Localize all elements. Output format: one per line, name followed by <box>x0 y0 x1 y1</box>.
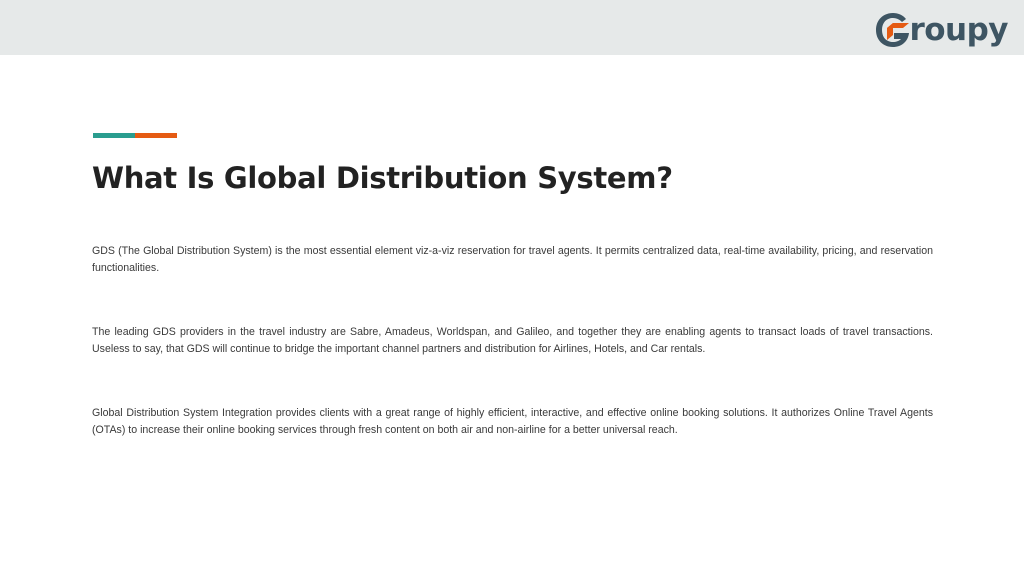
title-accent-bar <box>93 133 177 138</box>
logo-wordmark: roupy <box>909 12 1008 48</box>
groupy-logo-g-icon <box>876 13 910 47</box>
paragraph-gds-integration: Global Distribution System Integration p… <box>92 407 933 436</box>
header-band <box>0 0 1024 55</box>
paragraph-gds-definition: GDS (The Global Distribution System) is … <box>92 245 933 274</box>
accent-orange-segment <box>135 133 177 138</box>
accent-teal-segment <box>93 133 135 138</box>
groupy-logo: roupy <box>873 10 1008 50</box>
paragraph-gds-providers: The leading GDS providers in the travel … <box>92 326 933 355</box>
page-title: What Is Global Distribution System? <box>92 161 673 195</box>
